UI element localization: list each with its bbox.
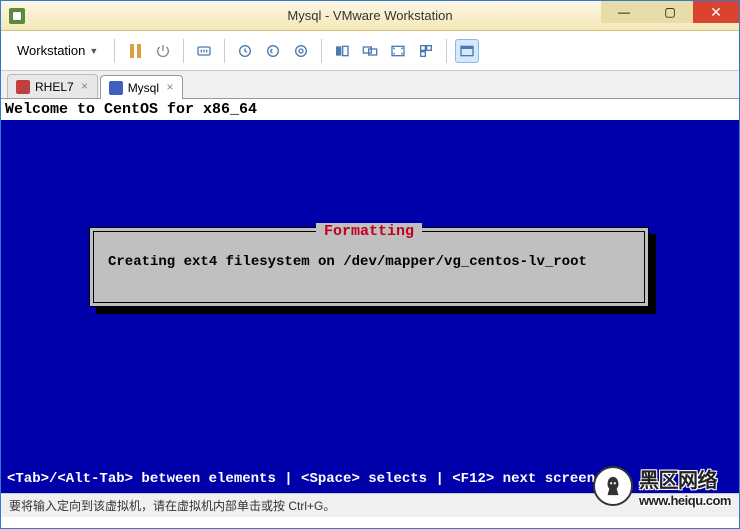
vm-icon xyxy=(16,80,30,94)
titlebar: Mysql - VMware Workstation — ▢ ✕ xyxy=(1,1,739,31)
pause-button[interactable] xyxy=(123,39,147,63)
workstation-menu[interactable]: Workstation ▼ xyxy=(9,39,106,62)
console-footer: <Tab>/<Alt-Tab> between elements | <Spac… xyxy=(1,469,739,489)
thumbnail-view-icon[interactable] xyxy=(455,39,479,63)
dialog-title: Formatting xyxy=(316,223,422,240)
separator xyxy=(224,39,225,63)
unity-icon[interactable] xyxy=(414,39,438,63)
separator xyxy=(114,39,115,63)
toolbar: Workstation ▼ xyxy=(1,31,739,71)
separator xyxy=(183,39,184,63)
console-header: Welcome to CentOS for x86_64 xyxy=(1,99,739,120)
separator xyxy=(446,39,447,63)
minimize-button[interactable]: — xyxy=(601,1,647,23)
vm-console[interactable]: Welcome to CentOS for x86_64 Formatting … xyxy=(1,99,739,493)
send-ctrl-alt-del-icon[interactable] xyxy=(192,39,216,63)
tab-label: RHEL7 xyxy=(35,80,74,94)
close-icon[interactable]: × xyxy=(164,82,176,94)
window-title: Mysql - VMware Workstation xyxy=(287,8,452,23)
manage-snapshots-icon[interactable] xyxy=(289,39,313,63)
app-icon xyxy=(9,8,25,24)
revert-snapshot-icon[interactable] xyxy=(261,39,285,63)
tab-label: Mysql xyxy=(128,81,159,95)
show-console-icon[interactable] xyxy=(330,39,354,63)
close-button[interactable]: ✕ xyxy=(693,1,739,23)
tab-rhel7[interactable]: RHEL7 × xyxy=(7,74,98,98)
snapshot-icon[interactable] xyxy=(233,39,257,63)
chevron-down-icon: ▼ xyxy=(89,46,98,56)
dialog-body: Creating ext4 filesystem on /dev/mapper/… xyxy=(94,232,644,292)
separator xyxy=(321,39,322,63)
power-button-icon[interactable] xyxy=(151,39,175,63)
status-hint: 要将输入定向到该虚拟机，请在虚拟机内部单击或按 Ctrl+G。 xyxy=(9,497,335,514)
status-bar: 要将输入定向到该虚拟机，请在虚拟机内部单击或按 Ctrl+G。 xyxy=(1,493,739,517)
window-controls: — ▢ ✕ xyxy=(601,1,739,23)
close-icon[interactable]: × xyxy=(79,81,91,93)
multi-monitor-icon[interactable] xyxy=(358,39,382,63)
workstation-menu-label: Workstation xyxy=(17,43,85,58)
tab-mysql[interactable]: Mysql × xyxy=(100,75,183,99)
vm-icon xyxy=(109,81,123,95)
tab-bar: RHEL7 × Mysql × xyxy=(1,71,739,99)
formatting-dialog: Formatting Creating ext4 filesystem on /… xyxy=(89,227,649,307)
fullscreen-icon[interactable] xyxy=(386,39,410,63)
maximize-button[interactable]: ▢ xyxy=(647,1,693,23)
